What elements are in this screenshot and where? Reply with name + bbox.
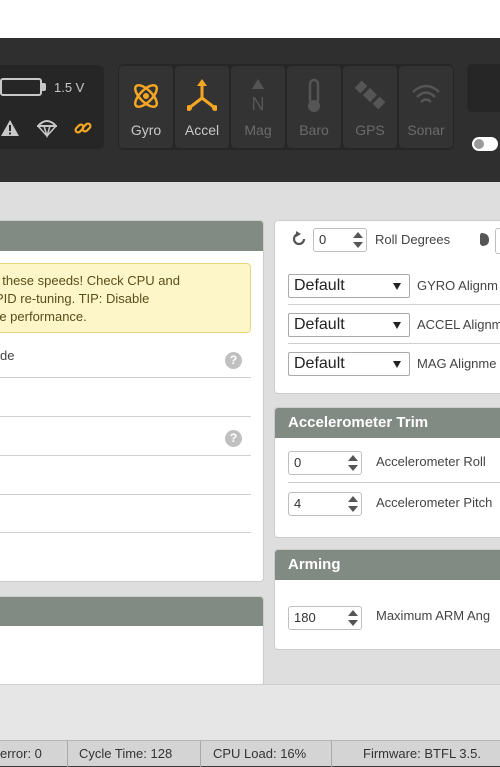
sensor-gps-label: GPS [355, 122, 385, 138]
rotate-icon [292, 231, 306, 246]
roll-degrees-value: 0 [319, 232, 327, 247]
gyro-alignment-value: Default [294, 277, 345, 294]
gps-icon [355, 80, 385, 110]
left-row-label: de [0, 348, 15, 363]
sensor-gps: GPS [343, 66, 397, 148]
status-separator [200, 741, 201, 767]
bottom-toolbar [0, 684, 500, 741]
sensor-gyro: Gyro [119, 66, 173, 148]
sensor-accel-label: Accel [184, 122, 220, 138]
divider [0, 532, 251, 533]
accel-alignment-label: ACCEL Alignm [417, 317, 500, 332]
accel-pitch-label: Accelerometer Pitch [376, 495, 493, 510]
arming-title: Arming [275, 550, 500, 580]
sensor-accel: Accel [175, 66, 229, 148]
help-icon[interactable]: ? [225, 430, 242, 447]
accel-trim-title: Accelerometer Trim [275, 408, 500, 438]
toggle-knob [474, 139, 484, 149]
mag-alignment-value: Default [294, 355, 345, 372]
expert-mode-toggle[interactable] [472, 137, 498, 151]
mag-alignment-select[interactable]: Default [288, 352, 410, 376]
status-cycle-time: Cycle Time: 128 [79, 746, 173, 761]
divider [288, 304, 500, 305]
warning-line-3: re performance. [0, 309, 87, 324]
max-arm-angle-input[interactable]: 180 [288, 606, 362, 630]
accel-roll-value: 0 [294, 455, 302, 470]
status-separator [331, 741, 332, 767]
roll-degrees-input[interactable]: 0 [313, 228, 367, 252]
baro-icon [308, 78, 320, 112]
warning-line-1: t these speeds! Check CPU and [0, 273, 180, 288]
roll-degrees-label: Roll Degrees [375, 232, 451, 247]
divider [0, 377, 251, 378]
status-firmware: Firmware: BTFL 3.5. [363, 746, 481, 761]
mag-alignment-label: MAG Alignme [417, 356, 497, 371]
gyro-icon [133, 83, 159, 109]
warning-note: t these speeds! Check CPU and PID re-tun… [0, 263, 251, 333]
accel-alignment-select[interactable]: Default [288, 313, 410, 337]
parachute-icon [37, 120, 57, 138]
warning-line-2: PID re-tuning. TIP: Disable [0, 291, 150, 306]
status-separator [67, 741, 68, 767]
sensor-mag-label: Mag [244, 122, 272, 138]
gyro-alignment-label: GYRO Alignm [417, 278, 498, 293]
pitch-icon [480, 233, 489, 246]
accel-pitch-input[interactable]: 4 [288, 492, 362, 516]
divider [0, 455, 251, 456]
stepper-arrows[interactable] [352, 231, 364, 249]
mag-icon: N [252, 79, 265, 114]
accel-roll-input[interactable]: 0 [288, 451, 362, 475]
sensor-mag: N Mag [231, 66, 285, 148]
battery-tip [42, 83, 46, 91]
max-arm-angle-value: 180 [294, 610, 316, 625]
accel-icon [187, 79, 217, 111]
left-panel-2-header [0, 597, 263, 626]
sensor-sonar: Sonar [399, 66, 453, 148]
stepper-arrows[interactable] [347, 609, 359, 627]
status-cpu-load: CPU Load: 16% [213, 746, 307, 761]
pitch-degrees-input[interactable] [495, 228, 500, 254]
max-arm-angle-label: Maximum ARM Ang [376, 608, 491, 623]
accel-alignment-value: Default [294, 316, 345, 333]
link-icon [74, 122, 92, 134]
status-bar: error: 0 Cycle Time: 128 CPU Load: 16% F… [0, 740, 500, 767]
battery-icon [0, 78, 42, 96]
divider [0, 416, 251, 417]
accel-roll-label: Accelerometer Roll [376, 454, 486, 469]
divider [288, 482, 500, 483]
arming-panel: Arming [274, 549, 500, 650]
gyro-alignment-select[interactable]: Default [288, 274, 410, 298]
accel-pitch-value: 4 [294, 496, 302, 511]
sensor-baro: Baro [287, 66, 341, 148]
sensor-gyro-label: Gyro [130, 122, 162, 138]
left-panel-header [0, 221, 263, 251]
sensor-sonar-label: Sonar [407, 122, 445, 138]
sonar-icon [412, 84, 440, 103]
sensor-baro-label: Baro [299, 122, 329, 138]
stepper-arrows[interactable] [347, 495, 359, 513]
status-error: error: 0 [0, 746, 42, 761]
top-bar [0, 0, 500, 38]
warning-icon [1, 120, 19, 136]
battery-voltage: 1.5 V [54, 80, 85, 95]
mag-letter: N [252, 94, 265, 114]
divider [0, 494, 251, 495]
stepper-arrows[interactable] [347, 454, 359, 472]
header-button[interactable] [467, 64, 500, 112]
help-icon[interactable]: ? [225, 352, 242, 369]
divider [288, 343, 500, 344]
